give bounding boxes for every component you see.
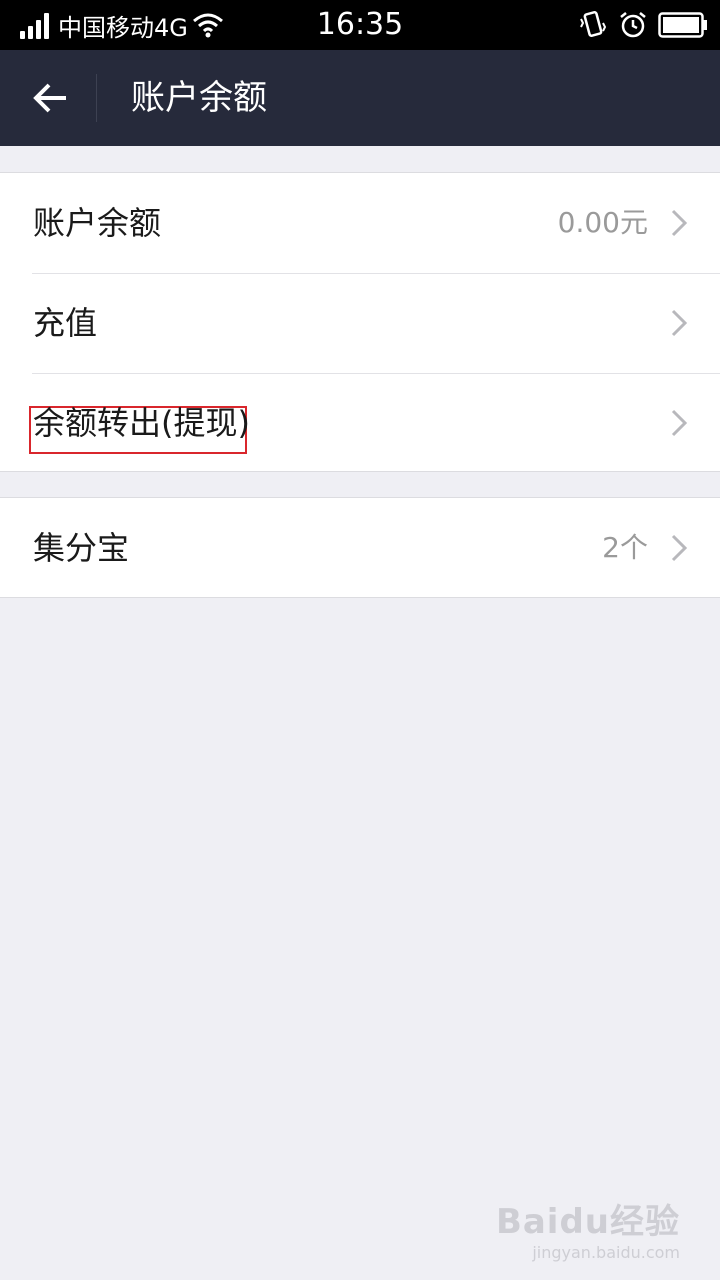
row-label: 充值 <box>33 304 98 342</box>
points-value: 2个 <box>602 531 648 564</box>
balance-list: 账户余额 0.00元 充值 余额转出(提现) <box>0 172 720 472</box>
points-list: 集分宝 2个 <box>0 497 720 598</box>
watermark-url: jingyan.baidu.com <box>532 1243 680 1262</box>
carrier-name: 中国移动4G <box>58 13 188 42</box>
list-item-withdraw[interactable]: 余额转出(提现) <box>0 373 720 473</box>
baidu-watermark: Baidu经验 jingyan.baidu.com <box>496 1194 680 1262</box>
watermark-logo: Baidu经验 <box>495 1202 680 1242</box>
alarm-icon <box>620 12 646 38</box>
list-item-account-balance[interactable]: 账户余额 0.00元 <box>0 173 720 273</box>
chevron-right-icon <box>671 209 688 237</box>
status-bar: 中国移动4G 16:35 <box>0 0 720 50</box>
balance-value: 0.00元 <box>557 206 648 239</box>
row-label: 余额转出(提现) <box>33 404 250 442</box>
chevron-right-icon <box>671 309 688 337</box>
wifi-icon <box>192 13 223 38</box>
status-right <box>568 0 708 50</box>
row-label: 账户余额 <box>33 204 162 242</box>
title-divider <box>96 74 97 122</box>
page-title: 账户余额 <box>131 78 267 118</box>
chevron-right-icon <box>671 409 688 437</box>
vibrate-icon <box>580 11 607 37</box>
title-bar: 账户余额 <box>0 50 720 146</box>
back-button[interactable] <box>20 68 80 128</box>
row-label: 集分宝 <box>33 529 130 567</box>
battery-icon <box>658 12 707 38</box>
arrow-left-icon <box>33 83 66 113</box>
signal-icon <box>20 11 52 39</box>
list-item-recharge[interactable]: 充值 <box>0 273 720 373</box>
status-left: 中国移动4G <box>20 0 224 50</box>
list-item-jifenbao[interactable]: 集分宝 2个 <box>0 498 720 598</box>
chevron-right-icon <box>671 534 688 562</box>
